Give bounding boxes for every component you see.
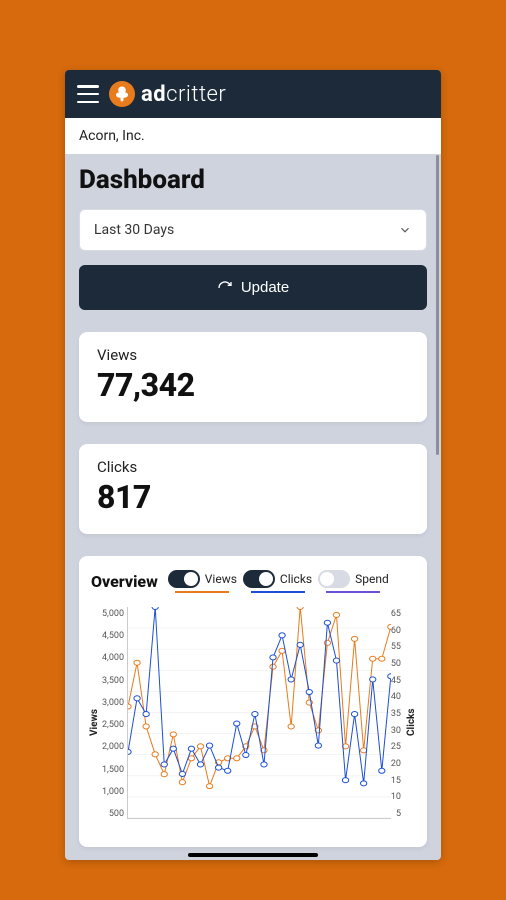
clicks-card: Clicks 817 — [79, 444, 427, 534]
legend-clicks: Clicks — [243, 570, 312, 593]
clicks-value: 817 — [97, 478, 409, 516]
clicks-legend-line — [251, 591, 305, 593]
page-title: Dashboard — [79, 155, 427, 209]
y-axis-left-ticks: 5,0004,5004,0003,5003,0002,5002,0001,500… — [102, 607, 127, 837]
overview-title: Overview — [91, 572, 158, 591]
views-toggle[interactable] — [168, 570, 200, 588]
spend-legend-line — [326, 591, 380, 593]
home-indicator[interactable] — [188, 853, 318, 857]
squirrel-icon — [109, 81, 135, 107]
y-axis-right-label: Clicks — [404, 607, 419, 837]
brand-text: adcritter — [141, 82, 226, 107]
chart-area: Views 5,0004,5004,0003,5003,0002,5002,00… — [87, 607, 419, 837]
spend-toggle[interactable] — [318, 570, 350, 588]
brand-logo[interactable]: adcritter — [109, 81, 226, 107]
overview-card: Overview Views Clicks — [79, 556, 427, 847]
refresh-icon — [217, 280, 233, 296]
clicks-toggle[interactable] — [243, 570, 275, 588]
topbar: adcritter — [65, 70, 441, 118]
date-range-select[interactable]: Last 30 Days — [79, 209, 427, 251]
y-axis-right-ticks: 6560555045403530252015105 — [391, 607, 404, 837]
legend-spend: Spend — [318, 570, 389, 593]
views-label: Views — [97, 346, 409, 364]
chevron-down-icon — [398, 223, 412, 237]
date-range-value: Last 30 Days — [94, 222, 174, 238]
update-button[interactable]: Update — [79, 265, 427, 310]
views-legend-line — [175, 591, 229, 593]
menu-icon[interactable] — [77, 85, 99, 103]
company-selector[interactable]: Acorn, Inc. — [65, 118, 441, 155]
views-card: Views 77,342 — [79, 332, 427, 422]
main-content: Dashboard Last 30 Days Update Views 77,3… — [65, 155, 441, 860]
legend-views: Views — [168, 570, 237, 593]
scrollbar[interactable] — [436, 155, 439, 455]
overview-header: Overview Views Clicks — [87, 570, 419, 601]
clicks-label: Clicks — [97, 458, 409, 476]
views-value: 77,342 — [97, 366, 409, 404]
chart-plot[interactable] — [127, 607, 391, 819]
y-axis-left-label: Views — [87, 607, 102, 837]
app-frame: adcritter Acorn, Inc. Dashboard Last 30 … — [65, 70, 441, 860]
